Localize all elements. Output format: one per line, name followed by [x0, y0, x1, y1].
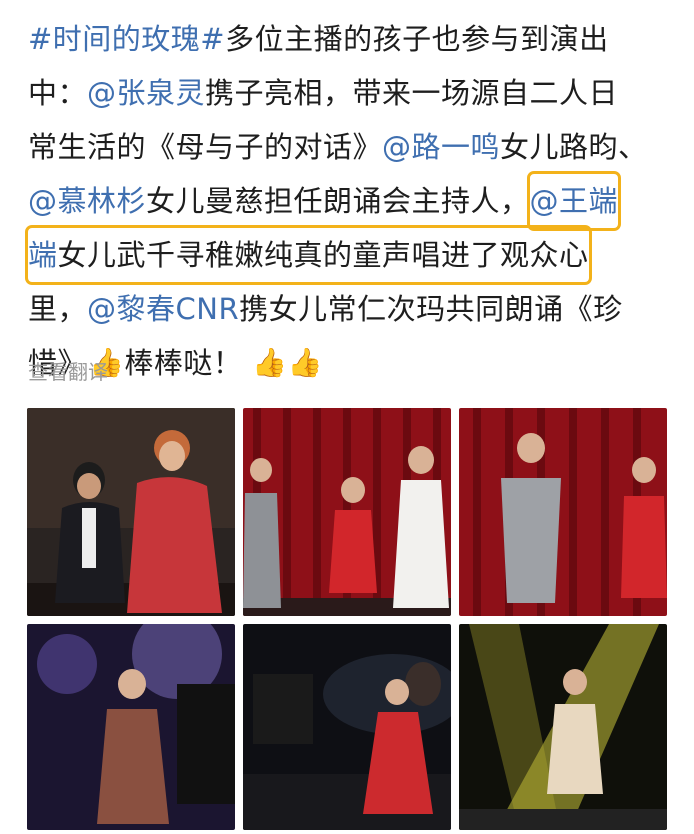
post-line-6: 里， @黎春CNR 携女儿常仁次玛共同朗诵《珍 — [28, 282, 678, 336]
translate-link[interactable]: 查看翻译 — [28, 356, 108, 385]
post-text: 常生活的《母与子的对话》 — [28, 130, 383, 164]
photo-woman-red-dress-dark-stage[interactable] — [243, 624, 451, 830]
post-text: 多位主播的孩子也参与到演出 — [225, 22, 609, 56]
thumbs-up-emoji-icon: 👍👍 — [252, 346, 324, 379]
photo-grid — [27, 408, 667, 830]
photo-girl-singing-spotlight[interactable] — [459, 624, 667, 830]
post-line-4: @慕林杉 女儿曼慈担任朗诵会主持人， @王端 — [28, 171, 678, 231]
post-line-3: 常生活的《母与子的对话》 @路一鸣 女儿路昀、 — [28, 120, 678, 174]
post-text: 携女儿常仁次玛共同朗诵《珍 — [239, 292, 623, 326]
post-line-5: 端 女儿武千寻稚嫩纯真的童声唱进了观众心 — [25, 225, 678, 285]
post-line-2: 中： @张泉灵 携子亮相，带来一场源自二人日 — [28, 66, 678, 120]
post-text: 中： — [28, 76, 88, 110]
mention-link-zhang[interactable]: @张泉灵 — [87, 66, 205, 120]
post-line-7: 惜》 👍 棒棒哒！ 👍👍 — [28, 336, 678, 390]
photo-mother-son-stage[interactable] — [27, 408, 235, 616]
post-text: 女儿路昀、 — [500, 130, 648, 164]
post-text: 女儿曼慈担任朗诵会主持人， — [146, 184, 530, 218]
post-content: #时间的玫瑰# 多位主播的孩子也参与到演出 中： @张泉灵 携子亮相，带来一场源… — [25, 12, 678, 390]
mention-link-mu[interactable]: @慕林杉 — [28, 174, 146, 228]
post-text: 里， — [28, 292, 88, 326]
post-text: 携子亮相，带来一场源自二人日 — [205, 76, 619, 110]
post-text: 棒棒哒！ — [124, 346, 243, 380]
highlighted-sentence: 端 女儿武千寻稚嫩纯真的童声唱进了观众心 — [25, 225, 592, 285]
photo-girl-singing-purple-lights[interactable] — [27, 624, 235, 830]
photo-two-girls-red-curtain[interactable] — [459, 408, 667, 616]
hashtag-link[interactable]: #时间的玫瑰# — [28, 12, 225, 66]
mention-link-lu[interactable]: @路一鸣 — [382, 120, 500, 174]
post-line-1: #时间的玫瑰# 多位主播的孩子也参与到演出 — [28, 12, 678, 66]
post-text: 女儿武千寻稚嫩纯真的童声唱进了观众心 — [57, 238, 589, 272]
mention-link-li[interactable]: @黎春CNR — [87, 282, 239, 336]
mention-link-wang[interactable]: @王端 — [526, 171, 622, 231]
photo-three-girls-red-curtain[interactable] — [243, 408, 451, 616]
mention-link-wang-cont[interactable]: 端 — [28, 228, 58, 282]
